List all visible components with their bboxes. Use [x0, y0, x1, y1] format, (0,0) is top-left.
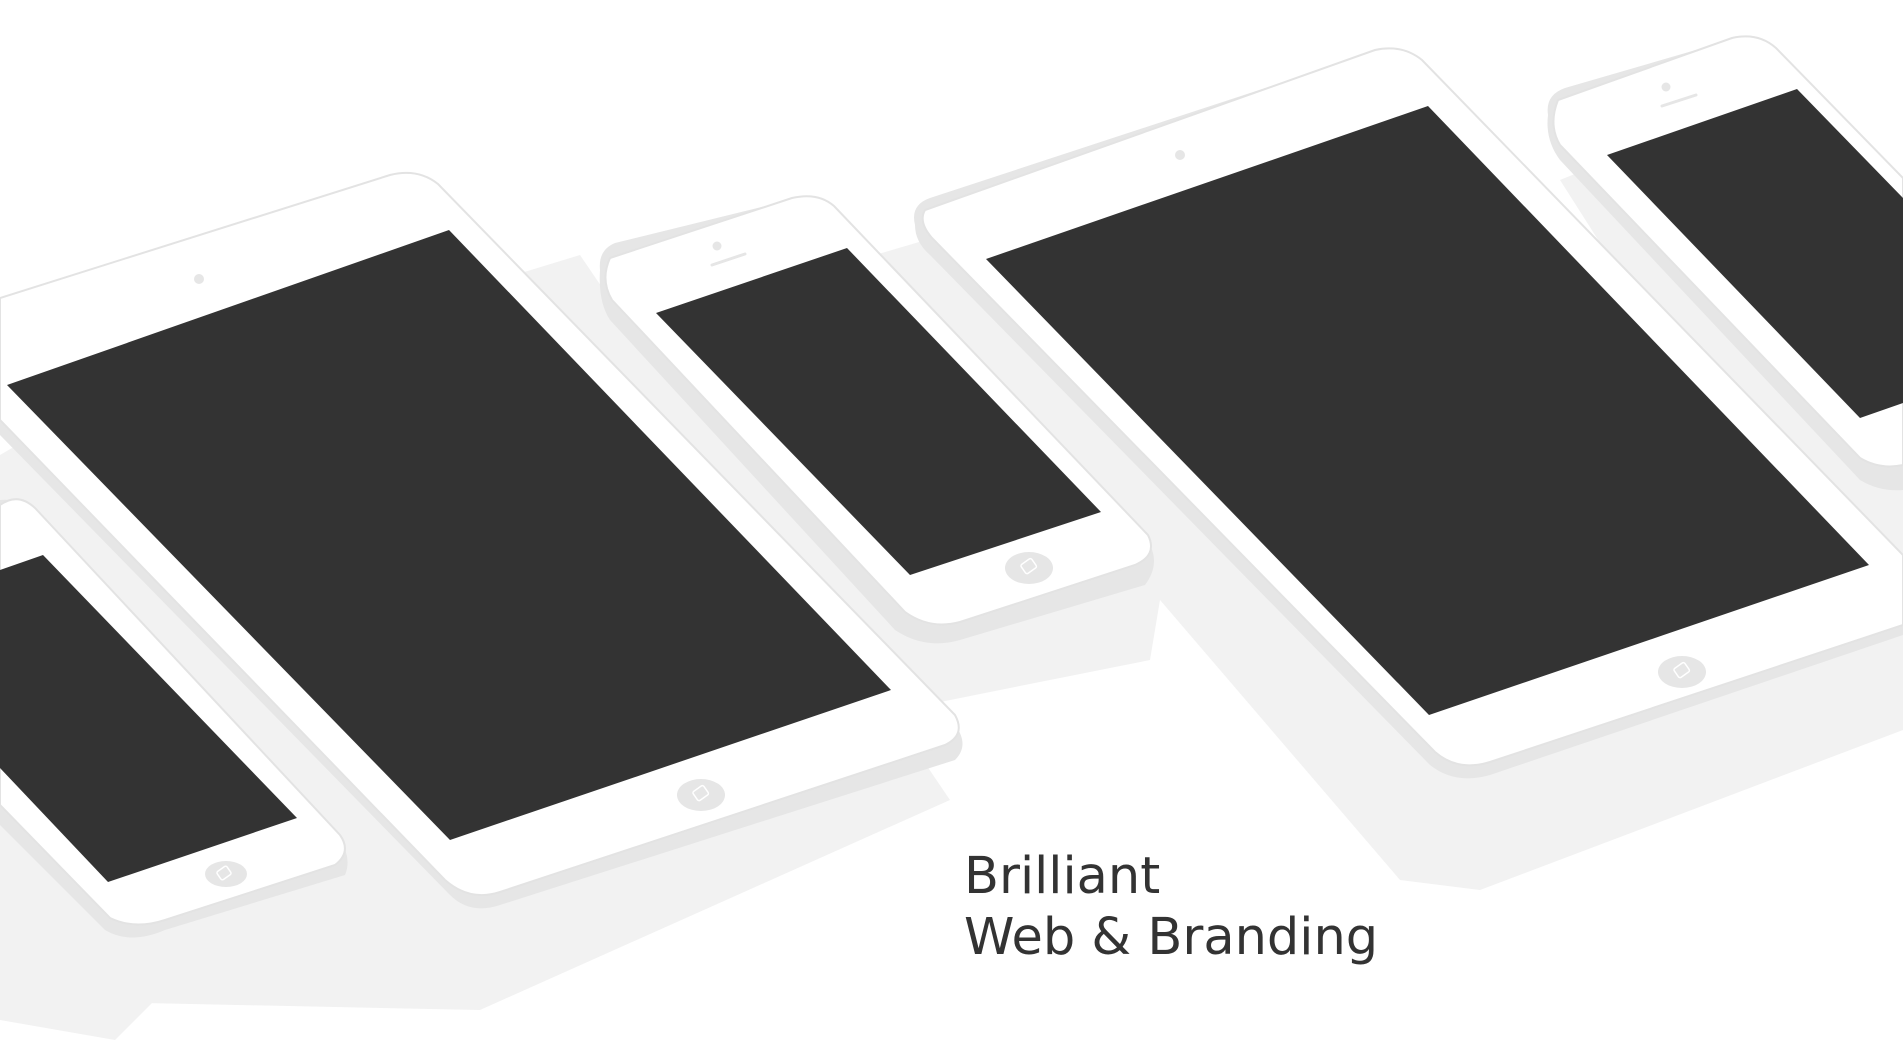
- tablet-right-camera: [1175, 150, 1185, 160]
- tablet-left-camera: [194, 274, 204, 284]
- tablet-right-home-button: [1658, 656, 1706, 688]
- hero-canvas: Brilliant Web & Branding: [0, 0, 1903, 1045]
- phone-center-home-button: [1005, 552, 1053, 584]
- device-mockup-illustration: [0, 35, 1903, 1040]
- phone-center-camera: [712, 241, 722, 251]
- phone-top-right-camera: [1661, 82, 1671, 92]
- tablet-left-home-button: [677, 779, 725, 811]
- tagline-line-1: Brilliant: [964, 847, 1161, 906]
- hero-tagline: Brilliant Web & Branding: [964, 846, 1378, 968]
- phone-bottom-left-home-button: [205, 861, 247, 887]
- tagline-line-2: Web & Branding: [964, 908, 1379, 967]
